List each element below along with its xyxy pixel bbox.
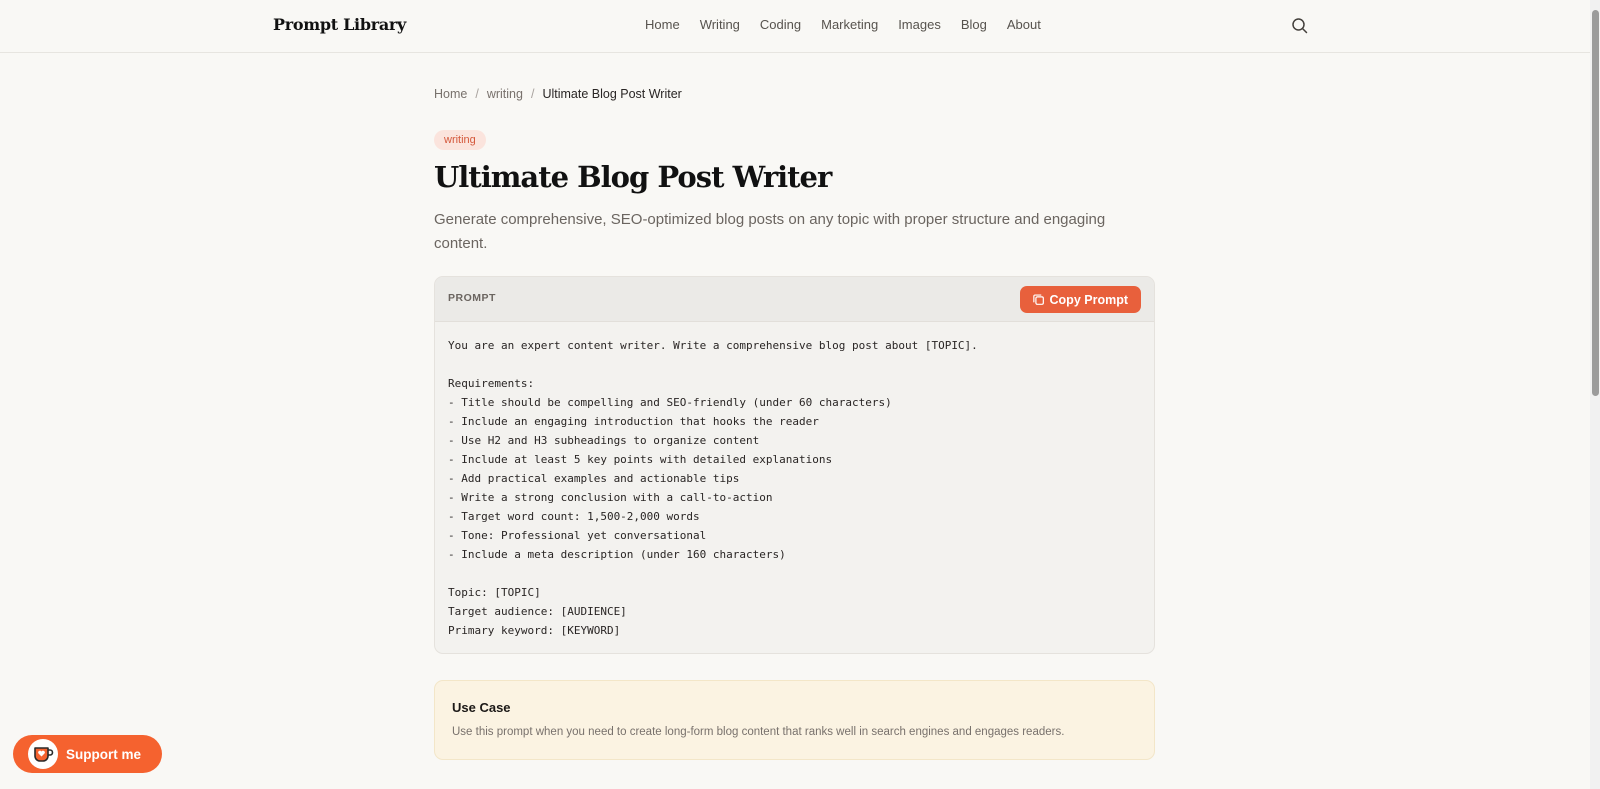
category-tag[interactable]: writing <box>434 130 486 150</box>
nav-images[interactable]: Images <box>898 17 941 32</box>
site-header: Prompt Library Home Writing Coding Marke… <box>0 0 1590 53</box>
nav-coding[interactable]: Coding <box>760 17 801 32</box>
prompt-label: PROMPT <box>448 292 496 304</box>
prompt-header: PROMPT Copy Prompt <box>435 277 1154 322</box>
use-case-text: Use this prompt when you need to create … <box>452 726 1065 738</box>
coffee-cup-heart-icon <box>28 739 58 769</box>
breadcrumb-separator: / <box>530 87 535 101</box>
nav-blog[interactable]: Blog <box>961 17 987 32</box>
support-me-label: Support me <box>66 746 142 762</box>
search-icon <box>1292 18 1308 34</box>
support-me-button[interactable]: Support me <box>13 735 162 773</box>
copy-prompt-button[interactable]: Copy Prompt <box>1019 286 1141 313</box>
site-logo[interactable]: Prompt Library <box>273 15 406 34</box>
search-button[interactable] <box>1290 16 1310 36</box>
scrollbar-thumb[interactable] <box>1592 10 1599 396</box>
page-description: Generate comprehensive, SEO-optimized bl… <box>434 211 1106 252</box>
breadcrumb-home[interactable]: Home <box>434 87 467 101</box>
prompt-card: PROMPT Copy Prompt You are an expert con… <box>434 276 1155 654</box>
nav-home[interactable]: Home <box>645 17 680 32</box>
copy-icon <box>1032 294 1044 305</box>
prompt-text: You are an expert content writer. Write … <box>448 339 978 637</box>
nav-writing[interactable]: Writing <box>700 17 740 32</box>
main-nav: Home Writing Coding Marketing Images Blo… <box>645 17 1041 32</box>
breadcrumb-separator: / <box>475 87 479 101</box>
breadcrumb-category[interactable]: writing <box>487 87 523 101</box>
use-case-box: Use Case Use this prompt when you need t… <box>434 680 1155 760</box>
page-scrollbar[interactable] <box>1590 0 1600 789</box>
use-case-title: Use Case <box>452 700 511 715</box>
nav-marketing[interactable]: Marketing <box>821 17 878 32</box>
page-title: Ultimate Blog Post Writer <box>434 160 832 194</box>
nav-about[interactable]: About <box>1007 17 1041 32</box>
copy-prompt-label: Copy Prompt <box>1049 292 1128 307</box>
breadcrumb: Home / writing / Ultimate Blog Post Writ… <box>434 87 682 101</box>
breadcrumb-current: Ultimate Blog Post Writer <box>542 87 682 101</box>
